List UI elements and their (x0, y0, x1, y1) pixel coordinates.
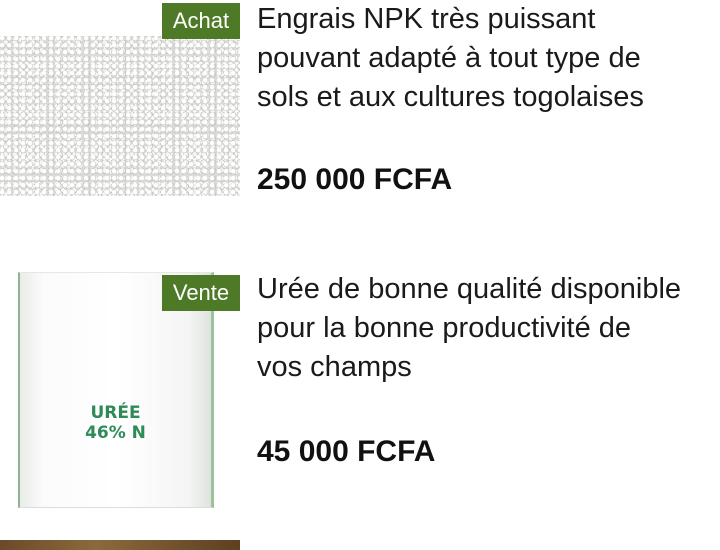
listing-type-badge: Achat (162, 3, 240, 39)
listing-description-line[interactable]: pouvant adapté à tout type de (257, 39, 720, 78)
sack-label-line: URÉE (90, 403, 141, 423)
fertilizer-granules-image (0, 36, 240, 196)
listing-description-line[interactable]: vos champs (257, 348, 720, 387)
sack-label: URÉE 46% N (20, 403, 211, 443)
listing-description-line[interactable]: pour la bonne productivité de (257, 309, 720, 348)
listings-list: Engrais NPK très puissant pouvant adapté… (0, 0, 720, 550)
listing-description-line[interactable]: Urée de bonne qualité disponible (257, 270, 720, 309)
product-image[interactable] (0, 540, 240, 550)
product-photo (0, 540, 240, 550)
listing-price: 45 000 FCFA (257, 435, 436, 468)
listing-card[interactable] (0, 540, 720, 550)
listing-type-badge: Vente (162, 275, 240, 311)
listing-description-line[interactable]: sols et aux cultures togolaises (257, 78, 720, 117)
listing-info: Engrais NPK très puissant pouvant adapté… (257, 0, 720, 196)
sack-label-line: 46% N (85, 423, 146, 443)
product-image[interactable] (0, 36, 240, 196)
listing-info: Urée de bonne qualité disponible pour la… (257, 270, 720, 468)
listing-card[interactable]: Engrais NPK très puissant pouvant adapté… (0, 0, 720, 230)
listing-price: 250 000 FCFA (257, 163, 453, 196)
listing-card[interactable]: URÉE 46% N Urée de bonne qualité disponi… (0, 270, 720, 515)
listing-description-line[interactable]: Engrais NPK très puissant (257, 0, 720, 39)
